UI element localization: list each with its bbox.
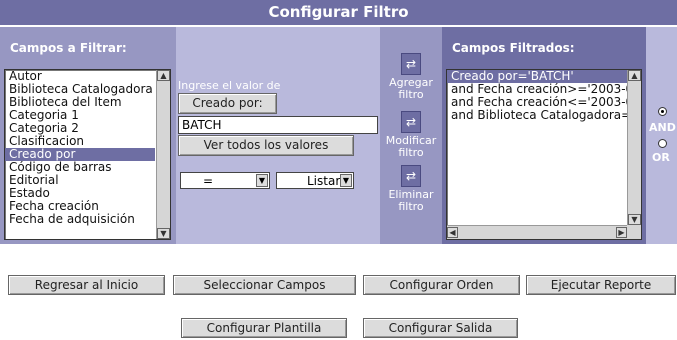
scroll-up-icon[interactable]: ▲ [628, 70, 641, 81]
actions-column: ⇄ Agregar filtro ⇄ Modificar filtro ⇄ El… [380, 27, 442, 244]
add-filter-button[interactable]: ⇄ Agregar filtro [382, 53, 440, 101]
or-radio[interactable] [658, 139, 667, 148]
fields-listbox[interactable]: Autor Biblioteca Catalogadora Biblioteca d… [4, 69, 171, 240]
right-panel: Campos Filtrados: Creado por='BATCH' and … [442, 27, 646, 244]
horizontal-scrollbar[interactable]: ◀ ▶ [447, 225, 627, 239]
list-item[interactable]: Clasificacion [5, 135, 155, 148]
scroll-down-icon[interactable]: ▼ [628, 214, 641, 225]
run-report-button[interactable]: Ejecutar Reporte [526, 275, 676, 295]
value-panel: Ingrese el valor de Creado por: BATCH Ve… [176, 27, 380, 244]
filtered-fields-label: Campos Filtrados: [452, 41, 575, 55]
add-filter-icon: ⇄ [401, 53, 421, 75]
scroll-down-icon[interactable]: ▼ [157, 228, 170, 239]
or-label: OR [652, 151, 670, 164]
and-radio[interactable] [658, 107, 667, 116]
fields-list: Autor Biblioteca Catalogadora Biblioteca d… [5, 70, 155, 226]
value-prompt: Ingrese el valor de [178, 79, 281, 92]
delete-filter-button[interactable]: ⇄ Eliminar filtro [382, 165, 440, 213]
scroll-corner [627, 225, 641, 239]
fields-scrollbar[interactable]: ▲ ▼ [156, 70, 170, 239]
fields-to-filter-label: Campos a Filtrar: [10, 41, 127, 55]
view-all-values-button[interactable]: Ver todos los valores [178, 135, 354, 156]
filtered-list: Creado por='BATCH' and Fecha creación>='2… [447, 70, 627, 122]
list-item[interactable]: Categoria 1 [5, 109, 155, 122]
chevron-down-icon: ▼ [256, 174, 268, 187]
configure-order-button[interactable]: Configurar Orden [363, 275, 520, 295]
filter-item[interactable]: and Fecha creación>='2003-01 [447, 83, 627, 96]
select-fields-button[interactable]: Seleccionar Campos [173, 275, 356, 295]
scroll-right-icon[interactable]: ▶ [616, 227, 627, 238]
left-panel: Campos a Filtrar: Autor Biblioteca Catalo… [0, 27, 176, 244]
list-item[interactable]: Creado por [5, 148, 155, 161]
list-item[interactable]: Biblioteca del Item [5, 96, 155, 109]
list-item[interactable]: Fecha creación [5, 200, 155, 213]
operator-select[interactable]: = ▼ [180, 172, 270, 189]
page-title: Configurar Filtro [0, 0, 677, 25]
scroll-left-icon[interactable]: ◀ [447, 227, 458, 238]
add-filter-label: Agregar filtro [389, 76, 433, 101]
modify-filter-label: Modificar filtro [385, 134, 437, 159]
list-item[interactable]: Autor [5, 70, 155, 83]
configure-output-button[interactable]: Configurar Salida [363, 318, 518, 338]
operator-value: = [203, 174, 214, 188]
delete-filter-label: Eliminar filtro [388, 188, 434, 213]
delete-filter-icon: ⇄ [401, 165, 421, 187]
mode-select[interactable]: Listar ▼ [276, 172, 354, 189]
list-item[interactable]: Categoria 2 [5, 122, 155, 135]
home-button[interactable]: Regresar al Inicio [8, 275, 165, 295]
chevron-down-icon: ▼ [340, 174, 352, 187]
and-label: AND [649, 121, 676, 134]
filtered-scrollbar[interactable]: ▲ ▼ [627, 70, 641, 225]
list-item[interactable]: Código de barras [5, 161, 155, 174]
filter-item[interactable]: and Fecha creación<='2003-01 [447, 96, 627, 109]
filter-item[interactable]: Creado por='BATCH' [447, 70, 627, 83]
list-item[interactable]: Fecha de adquisición [5, 213, 155, 226]
logic-column: AND OR [646, 27, 677, 244]
configure-template-button[interactable]: Configurar Plantilla [181, 318, 347, 338]
mode-value: Listar [307, 174, 341, 188]
list-item[interactable]: Editorial [5, 174, 155, 187]
list-item[interactable]: Estado [5, 187, 155, 200]
filtered-listbox[interactable]: Creado por='BATCH' and Fecha creación>='2… [446, 69, 642, 240]
filter-value-input[interactable]: BATCH [178, 116, 378, 134]
modify-filter-icon: ⇄ [401, 111, 421, 133]
filter-item[interactable]: and Biblioteca Catalogadora='C [447, 109, 627, 122]
field-name-button[interactable]: Creado por: [178, 93, 277, 114]
scroll-up-icon[interactable]: ▲ [157, 70, 170, 81]
list-item[interactable]: Biblioteca Catalogadora [5, 83, 155, 96]
modify-filter-button[interactable]: ⇄ Modificar filtro [382, 111, 440, 159]
